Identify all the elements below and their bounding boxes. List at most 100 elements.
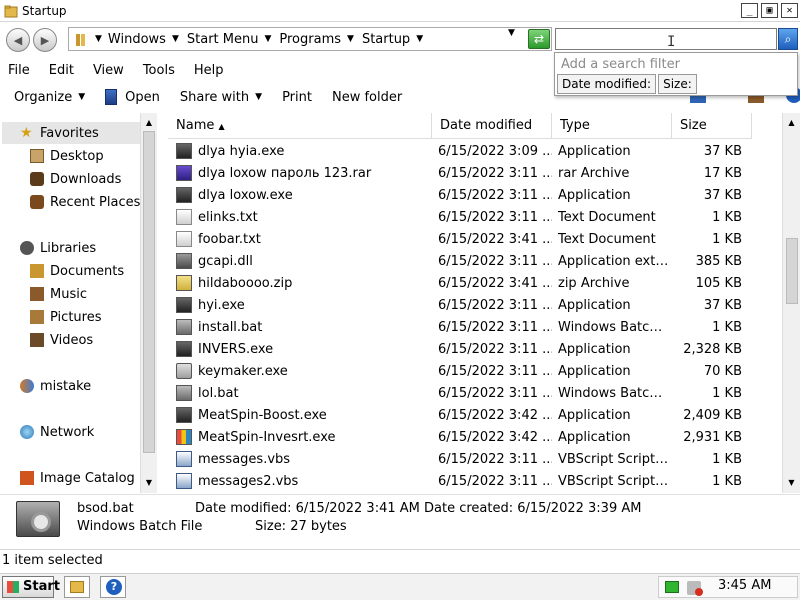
file-size: 37 KB [703,143,742,159]
music-icon [30,287,44,301]
maximize-button[interactable]: ▣ [761,3,778,18]
nav-network[interactable]: Network [20,422,94,442]
file-name: install.bat [198,319,263,335]
file-date-modified: 6/15/2022 3:41 ... [438,275,552,291]
breadcrumb-startup[interactable]: Startup ▼ [362,32,423,47]
file-row[interactable]: INVERS.exe 6/15/2022 3:11 ... Application 2… [168,338,748,360]
taskbar-clock[interactable]: 3:45 AM [718,578,771,593]
menu-view[interactable]: View [93,63,124,78]
column-header-type[interactable]: Type [552,113,672,139]
nav-pictures[interactable]: Pictures [30,307,101,327]
address-bar[interactable]: ▼ Windows ▼ Start Menu ▼ Programs ▼ Startup… [68,27,552,51]
nav-downloads[interactable]: Downloads [30,169,121,189]
txt-file-icon [176,209,192,225]
sort-ascending-icon: ▲ [218,122,225,131]
nav-music[interactable]: Music [30,284,87,304]
volume-muted-badge-icon [695,588,703,596]
nav-desktop[interactable]: Desktop [30,146,104,166]
file-date-modified: 6/15/2022 3:11 ... [438,209,552,225]
file-row[interactable]: hyi.exe 6/15/2022 3:11 ... Application 37 K… [168,294,748,316]
file-row[interactable]: keymaker.exe 6/15/2022 3:11 ... Applicatio… [168,360,748,382]
scroll-up-arrow-icon[interactable]: ▲ [783,115,800,131]
libraries-icon [20,241,34,255]
breadcrumb-start-menu[interactable]: Start Menu ▼ [187,32,272,47]
start-button[interactable]: Start [2,576,60,598]
file-name-cell: INVERS.exe [168,341,432,357]
filter-size[interactable]: Size: [658,74,697,94]
file-row[interactable]: lol.bat 6/15/2022 3:11 ... Windows Batch .… [168,382,748,404]
open-button[interactable]: Open [105,89,160,105]
forward-button[interactable]: ▶ [33,28,57,52]
file-row[interactable]: elinks.txt 6/15/2022 3:11 ... Text Documen… [168,206,748,228]
nav-libraries[interactable]: Libraries [20,238,96,258]
print-button[interactable]: Print [282,90,312,105]
file-row[interactable]: gcapi.dll 6/15/2022 3:11 ... Application e… [168,250,748,272]
nav-recent-places[interactable]: Recent Places [30,192,140,212]
share-with-button[interactable]: Share with ▼ [180,90,262,105]
breadcrumb-programs[interactable]: Programs ▼ [279,32,354,47]
nav-videos[interactable]: Videos [30,330,93,350]
app-file-icon [176,143,192,159]
videos-icon [30,333,44,347]
search-input[interactable] [555,28,777,50]
close-button[interactable]: ✕ [781,3,798,18]
file-date-modified: 6/15/2022 3:11 ... [438,165,552,181]
file-row[interactable]: hildaboooo.zip 6/15/2022 3:41 ... zip Arch… [168,272,748,294]
help-icon: ? [106,579,122,595]
nav-image-catalog[interactable]: Image Catalog [20,468,135,488]
nav-mistake[interactable]: mistake [20,376,91,396]
file-date-modified: 6/15/2022 3:11 ... [438,385,552,401]
breadcrumb-windows[interactable]: Windows ▼ [108,32,179,47]
file-type: Text Document [558,231,656,247]
column-header-name[interactable]: Name ▲ [168,113,432,139]
navigation-pane: ★ Favorites Desktop Downloads Recent Plac… [0,113,158,493]
file-row[interactable]: dlya hyia.exe 6/15/2022 3:09 ... Applicati… [168,140,748,162]
menu-edit[interactable]: Edit [49,63,74,78]
network-status-icon[interactable] [665,581,679,593]
menu-help[interactable]: Help [194,63,224,78]
file-row[interactable]: messages2.vbs 6/15/2022 3:11 ... VBScript … [168,470,748,492]
file-type: Text Document [558,209,656,225]
filter-date-modified[interactable]: Date modified: [557,74,657,94]
file-name: hyi.exe [198,297,245,313]
file-name: INVERS.exe [198,341,274,357]
file-name: keymaker.exe [198,363,288,379]
scrollbar-thumb[interactable] [143,131,155,453]
chevron-down-icon: ▼ [78,92,86,102]
taskbar-explorer-button[interactable] [64,576,90,598]
organize-button[interactable]: Organize ▼ [14,90,85,105]
status-bar: 1 item selected [0,549,800,571]
column-header-size[interactable]: Size [672,113,752,139]
file-row[interactable]: MeatSpin-Boost.exe 6/15/2022 3:42 ... Appl… [168,404,748,426]
file-row[interactable]: install.bat 6/15/2022 3:11 ... Windows Bat… [168,316,748,338]
scroll-down-arrow-icon[interactable]: ▼ [783,475,800,491]
vbs-file-icon [176,451,192,467]
file-name-cell: dlya hyia.exe [168,143,432,159]
nav-documents[interactable]: Documents [30,261,124,281]
file-row[interactable]: dlya loxow.exe 6/15/2022 3:11 ... Applicat… [168,184,748,206]
refresh-button[interactable]: ⇄ [528,29,550,49]
taskbar-help-button[interactable]: ? [100,576,126,598]
menu-tools[interactable]: Tools [143,63,175,78]
scroll-down-arrow-icon[interactable]: ▼ [141,475,157,491]
nav-favorites[interactable]: ★ Favorites [20,123,99,143]
new-folder-button[interactable]: New folder [332,90,402,105]
downloads-icon [30,172,44,186]
navigation-scrollbar[interactable]: ▲ ▼ [140,113,157,493]
file-row[interactable]: MeatSpin-Invesrt.exe 6/15/2022 3:42 ... Ap… [168,426,748,448]
file-row[interactable]: dlya loxow пароль 123.rar 6/15/2022 3:11 … [168,162,748,184]
open-icon [105,89,118,105]
chevron-down-icon[interactable]: ▼ [95,34,102,44]
back-button[interactable]: ◀ [6,28,30,52]
minimize-button[interactable]: _ [741,3,758,18]
scrollbar-thumb[interactable] [786,238,798,304]
file-list-scrollbar[interactable]: ▲ ▼ [782,113,800,493]
search-button[interactable]: ⌕ [778,28,798,50]
file-row[interactable]: foobar.txt 6/15/2022 3:41 ... Text Documen… [168,228,748,250]
menu-file[interactable]: File [8,63,30,78]
scroll-up-arrow-icon[interactable]: ▲ [141,115,157,131]
file-row[interactable]: messages.vbs 6/15/2022 3:11 ... VBScript S… [168,448,748,470]
column-header-date-modified[interactable]: Date modified [432,113,552,139]
file-name-cell: hyi.exe [168,297,432,313]
address-history-dropdown[interactable]: ▼ [508,28,515,38]
